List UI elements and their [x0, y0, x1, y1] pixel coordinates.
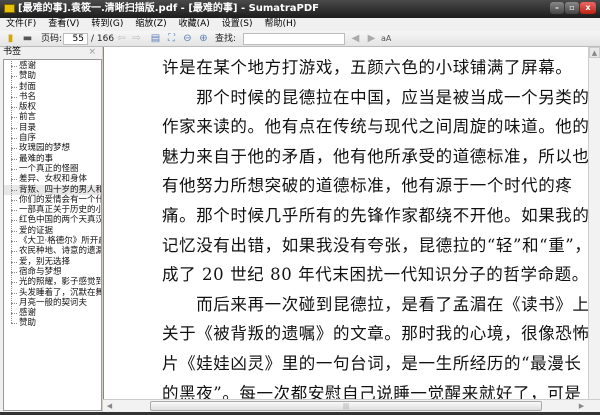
menu-goto[interactable]: 转到(G) — [91, 18, 123, 31]
text-line: 而后来再一次碰到昆德拉，是看了孟湄在《读书》上 — [162, 294, 588, 314]
open-icon[interactable]: ▮ — [5, 33, 16, 44]
bookmark-item[interactable]: 版权 — [4, 97, 101, 112]
bookmark-item[interactable]: 月亮一般的契诃夫 — [4, 292, 101, 308]
bookmark-item[interactable]: 你们的爱情会有一个什么样的结局 — [4, 189, 101, 205]
bookmark-item[interactable]: 《大卫·格德尔》所开启的 — [4, 230, 101, 246]
bookmark-item[interactable]: 自序 — [4, 127, 101, 143]
bookmark-item[interactable]: 书名 — [4, 86, 101, 102]
bookmark-item[interactable]: 头发睡着了，沉默在舞蹈 — [4, 282, 101, 298]
bookmark-item[interactable]: 农民种地、诗意的遗漏 — [4, 241, 101, 256]
print-icon[interactable]: ▬ — [22, 33, 33, 44]
find-input[interactable] — [243, 33, 345, 45]
bookmark-item[interactable]: 感谢 — [4, 302, 101, 318]
minimize-button[interactable]: – — [550, 2, 564, 14]
bookmark-item[interactable]: 最难的事 — [4, 148, 101, 164]
bookmark-item[interactable]: 背叛、四十岁的男人和死亡 — [4, 179, 101, 195]
horizontal-scrollbar[interactable]: ◀ ||| ▶ — [103, 399, 600, 412]
text-line: 作家来读的。他有点在传统与现代之间周旋的味道。他的 — [162, 117, 588, 137]
sidebar-title: 书签 — [3, 47, 22, 57]
bookmark-item[interactable]: 赞助 — [4, 313, 101, 328]
bookmarks-sidebar: 书签 × 感谢 赞助 封面 书名 版权 前言 目录 自序 玫瑰园的梦想 最难的事 一个真正的怪圈 差异… — [0, 47, 102, 415]
sidebar-header: 书签 × — [0, 47, 102, 58]
find-label: 查找: — [215, 34, 237, 44]
title-bar: [最难的事].袁筱一.清晰扫描版.pdf - [最难的事] - SumatraP… — [0, 0, 600, 18]
menu-settings[interactable]: 设置(S) — [222, 18, 253, 31]
page-total: / 166 — [91, 34, 115, 44]
bookmark-item[interactable]: 赞助 — [4, 66, 101, 81]
bookmark-item[interactable]: 前言 — [4, 107, 101, 122]
text-line: 有他努力所想突破的道德标准，他有源于一个时代的疼 — [162, 176, 573, 196]
menu-file[interactable]: 文件(F) — [6, 18, 36, 31]
find-prev-icon[interactable]: ◀ — [350, 33, 361, 44]
bookmark-item[interactable]: 差异、女权和身体 — [4, 169, 101, 184]
bookmark-item[interactable]: 爱的证据 — [4, 220, 101, 236]
text-line: 痛。那个时候几乎所有的先锋作家都绕不开他。如果我的 — [162, 206, 588, 225]
match-case-icon[interactable]: aA — [381, 33, 391, 45]
text-line: 关于《被背叛的遗嘱》的文章。那时我的心境，很像恐怖 — [162, 324, 588, 344]
close-button[interactable]: x — [580, 2, 596, 14]
vertical-scrollbar[interactable]: ▲ — [588, 47, 600, 399]
text-line: 许是在某个地方打游戏，五颜六色的小球铺满了屏幕。 — [162, 58, 573, 77]
scroll-right-icon[interactable]: ▶ — [576, 401, 587, 411]
menu-help[interactable]: 帮助(H) — [265, 18, 297, 31]
page-input[interactable]: 55 — [63, 33, 88, 45]
sidebar-close-icon[interactable]: × — [88, 47, 96, 58]
find-next-icon[interactable]: ▶ — [366, 33, 377, 44]
fit-page-icon[interactable]: ▤ — [150, 33, 161, 44]
bookmark-item[interactable]: 封面 — [4, 76, 101, 92]
toolbar: ▮ ▬ 页码: 55 / 166 ⇦ ⇨ ▤ ⛶ ⊖ ⊕ 查找: ◀ ▶ aA — [0, 31, 600, 47]
app-icon — [4, 4, 15, 13]
scroll-left-icon[interactable]: ◀ — [104, 401, 115, 411]
bookmark-item[interactable]: 爱，别无选择 — [4, 251, 101, 267]
window-title: [最难的事].袁筱一.清晰扫描版.pdf - [最难的事] - SumatraP… — [18, 3, 319, 14]
bookmark-item[interactable]: 玫瑰园的梦想 — [4, 138, 101, 153]
bookmark-item[interactable]: 宿命与梦想 — [4, 261, 101, 277]
horizontal-scroll-thumb[interactable]: ||| — [150, 401, 542, 411]
menu-view[interactable]: 查看(V) — [48, 18, 79, 31]
zoom-in-icon[interactable]: ⊕ — [198, 33, 209, 44]
page-label: 页码: — [41, 34, 63, 44]
text-line: 那个时候的昆德拉在中国，应当是被当成一个另类的 — [162, 87, 588, 107]
bookmark-item[interactable]: 一部真正关于历史的小说 — [4, 200, 101, 215]
text-line: 记忆没有出错，如果我没有夸张，昆德拉的“轻”和“重”， — [162, 235, 588, 255]
next-page-icon[interactable]: ⇨ — [131, 33, 142, 44]
menu-zoom[interactable]: 缩放(Z) — [135, 18, 166, 31]
scroll-up-icon[interactable]: ▲ — [589, 47, 600, 58]
menu-bar: 文件(F) 查看(V) 转到(G) 缩放(Z) 收藏(A) 设置(S) 帮助(H… — [0, 18, 600, 31]
bookmark-item[interactable]: 一个真正的怪圈 — [4, 158, 101, 174]
text-line: 魅力来自于他的矛盾，他有他所承受的道德标准，所以也 — [162, 146, 588, 166]
text-line: 片《娃娃凶灵》里的一句台词，是一生所经历的“最漫长 — [162, 354, 582, 373]
bookmark-tree: 感谢 赞助 封面 书名 版权 前言 目录 自序 玫瑰园的梦想 最难的事 一个真正的怪圈 差异、女权和身… — [3, 59, 102, 411]
prev-page-icon[interactable]: ⇦ — [116, 33, 127, 44]
text-line: 的黑夜”。每一次都安慰自己说睡一觉醒来就好了，可是 — [162, 383, 582, 399]
fit-width-icon[interactable]: ⛶ — [166, 33, 177, 44]
maximize-button[interactable]: ▫ — [565, 2, 579, 14]
document-view: 许是在某个地方打游戏，五颜六色的小球铺满了屏幕。 那个时候的昆德拉在中国，应当是… — [103, 47, 588, 399]
bookmark-item[interactable]: 红色中国的两个天真汉 — [4, 210, 101, 225]
bookmark-item[interactable]: 目录 — [4, 117, 101, 133]
text-line: 成了 20 世纪 80 年代末困扰一代知识分子的哲学命题。 — [162, 265, 588, 285]
bookmark-item[interactable]: 感谢 — [4, 60, 101, 71]
bookmark-item[interactable]: 光的照耀，影子感觉到了 — [4, 272, 101, 287]
menu-favorites[interactable]: 收藏(A) — [179, 18, 210, 31]
zoom-out-icon[interactable]: ⊖ — [182, 33, 193, 44]
